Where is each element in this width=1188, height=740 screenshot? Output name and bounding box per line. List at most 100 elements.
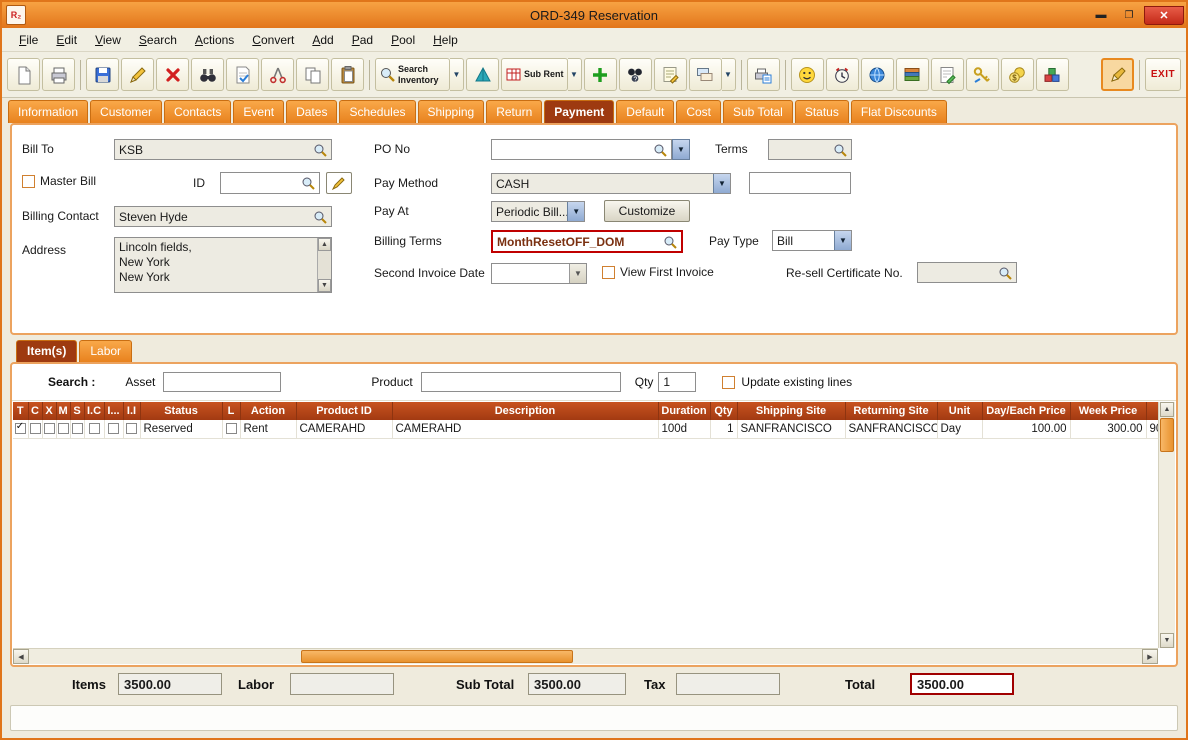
pay-method-combo[interactable]: CASH ▼ <box>491 173 731 194</box>
scroll-up-icon[interactable]: ▲ <box>318 238 331 251</box>
col-status[interactable]: Status <box>140 402 223 420</box>
customize-button[interactable]: Customize <box>604 200 690 222</box>
maximize-button[interactable]: ❐ <box>1116 6 1142 25</box>
tab-event[interactable]: Event <box>233 100 285 123</box>
tab-return[interactable]: Return <box>486 100 543 123</box>
tab-shipping[interactable]: Shipping <box>417 100 485 123</box>
col-duration[interactable]: Duration <box>658 402 711 420</box>
row-x-checkbox[interactable] <box>43 423 55 435</box>
search-icon[interactable] <box>313 143 327 157</box>
tab-customer[interactable]: Customer <box>90 100 163 123</box>
close-button[interactable]: ✕ <box>1144 5 1184 25</box>
search-icon[interactable] <box>663 235 677 249</box>
scroll-right-icon[interactable]: ▶ <box>1142 649 1158 664</box>
menu-edit[interactable]: Edit <box>47 30 86 50</box>
contact-button[interactable] <box>790 58 824 91</box>
update-existing-lines-checkbox[interactable] <box>722 375 736 389</box>
id-edit-button[interactable] <box>326 172 352 194</box>
menu-file[interactable]: File <box>10 30 47 50</box>
minimize-button[interactable]: ▬ <box>1088 6 1114 25</box>
menu-help[interactable]: Help <box>424 30 467 50</box>
terms-field[interactable] <box>768 139 852 160</box>
row-c-checkbox[interactable] <box>29 423 41 435</box>
col-month[interactable]: Month <box>1146 402 1158 420</box>
sub-rent-dropdown[interactable]: ▼ <box>567 58 582 91</box>
tab-schedules[interactable]: Schedules <box>339 100 416 123</box>
sub-rent-button[interactable]: Sub Rent <box>501 58 568 91</box>
po-no-field[interactable] <box>491 139 672 160</box>
master-bill-checkbox[interactable] <box>22 174 35 188</box>
search-icon[interactable] <box>833 143 847 157</box>
address-field[interactable]: Lincoln fields, New York New York ▲ ▼ <box>114 237 332 293</box>
cards-button[interactable] <box>688 58 722 91</box>
pay-type-combo[interactable]: Bill ▼ <box>772 230 852 251</box>
col-ic[interactable]: I.C <box>84 402 105 420</box>
col-week-price[interactable]: Week Price <box>1070 402 1147 420</box>
key-button[interactable] <box>965 58 999 91</box>
scroll-down-icon[interactable]: ▼ <box>318 279 331 292</box>
scroll-up-icon[interactable]: ▲ <box>1160 402 1174 417</box>
verify-button[interactable] <box>226 58 259 91</box>
row-idot-checkbox[interactable] <box>108 423 119 435</box>
horizontal-scroll-thumb[interactable] <box>301 650 573 663</box>
chevron-down-icon[interactable]: ▼ <box>569 264 586 283</box>
col-c[interactable]: C <box>28 402 43 420</box>
delete-button[interactable] <box>156 58 189 91</box>
menu-convert[interactable]: Convert <box>243 30 303 50</box>
vertical-scrollbar[interactable]: ▲ ▼ <box>1158 402 1175 648</box>
col-action[interactable]: Action <box>240 402 297 420</box>
col-shipping-site[interactable]: Shipping Site <box>737 402 846 420</box>
tab-contacts[interactable]: Contacts <box>164 100 232 123</box>
col-qty[interactable]: Qty <box>710 402 738 420</box>
row-t-checkbox[interactable] <box>14 421 26 435</box>
row-m-checkbox[interactable] <box>57 423 69 435</box>
menu-pool[interactable]: Pool <box>382 30 424 50</box>
col-description[interactable]: Description <box>392 402 659 420</box>
scroll-left-icon[interactable]: ◀ <box>13 649 29 664</box>
chevron-down-icon[interactable]: ▼ <box>713 174 730 193</box>
menu-view[interactable]: View <box>86 30 130 50</box>
add-line-button[interactable] <box>583 58 617 91</box>
tab-dates[interactable]: Dates <box>286 100 338 123</box>
bill-to-field[interactable]: KSB <box>114 139 332 160</box>
second-invoice-date-combo[interactable]: ▼ <box>491 263 587 284</box>
print-setup-button[interactable] <box>746 58 780 91</box>
row-ic-checkbox[interactable] <box>88 423 100 435</box>
menu-add[interactable]: Add <box>303 30 342 50</box>
cards-dropdown[interactable]: ▼ <box>721 58 736 91</box>
packages-button[interactable] <box>1035 58 1069 91</box>
cut-button[interactable] <box>261 58 294 91</box>
save-button[interactable] <box>86 58 119 91</box>
row-l-checkbox[interactable] <box>225 423 237 435</box>
pool-button[interactable]: ? <box>618 58 652 91</box>
signature-button[interactable] <box>1101 58 1134 91</box>
col-t[interactable]: T <box>13 402 29 420</box>
search-icon[interactable] <box>998 266 1012 280</box>
billing-contact-field[interactable]: Steven Hyde <box>114 206 332 227</box>
col-product-id[interactable]: Product ID <box>296 402 393 420</box>
memo-button[interactable] <box>653 58 687 91</box>
col-ii[interactable]: I.I <box>123 402 141 420</box>
find-button[interactable] <box>191 58 224 91</box>
resell-certificate-field[interactable] <box>917 262 1017 283</box>
tab-cost[interactable]: Cost <box>676 100 721 123</box>
tab-status[interactable]: Status <box>794 100 849 123</box>
col-day-each-price[interactable]: Day/Each Price <box>982 402 1071 420</box>
menu-actions[interactable]: Actions <box>186 30 243 50</box>
col-idot[interactable]: I... <box>104 402 124 420</box>
tab-information[interactable]: Information <box>8 100 89 123</box>
tab-labor[interactable]: Labor <box>79 340 133 362</box>
col-x[interactable]: X <box>42 402 57 420</box>
asset-input[interactable] <box>163 372 282 392</box>
col-s[interactable]: S <box>70 402 85 420</box>
inventory-button[interactable] <box>466 58 499 91</box>
pay-method-extra-field[interactable] <box>749 172 851 194</box>
catalog-button[interactable] <box>895 58 929 91</box>
table-row[interactable]: Reserved Rent CAMERAHD CAMERAHD 100d 1 S… <box>13 420 1158 439</box>
qty-input[interactable]: 1 <box>658 372 697 392</box>
billing-terms-field[interactable]: MonthResetOFF_DOM <box>491 230 683 253</box>
chevron-down-icon[interactable]: ▼ <box>567 202 584 221</box>
new-button[interactable] <box>7 58 40 91</box>
col-m[interactable]: M <box>56 402 71 420</box>
schedule-button[interactable] <box>825 58 859 91</box>
